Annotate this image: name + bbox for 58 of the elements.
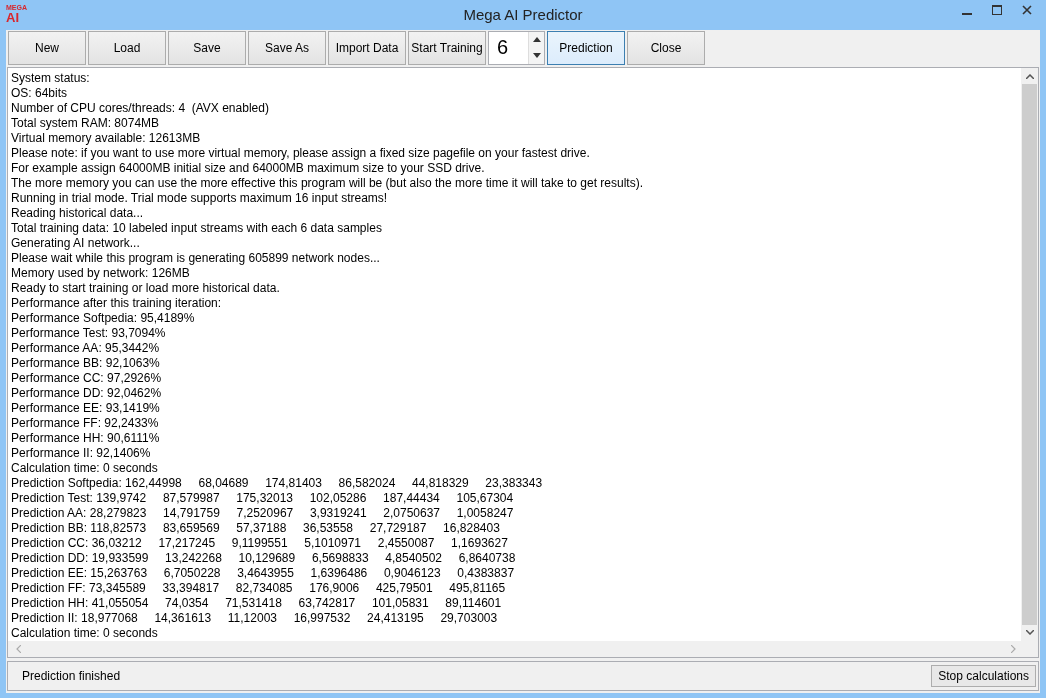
log-line: Prediction FF: 73,345589 33,394817 82,734085 176,9006 425,79501 495,81165 (11, 581, 507, 596)
log-line: System status: (11, 71, 91, 86)
log-line: Prediction HH: 41,055054 74,0354 71,531418 63,742817 101,05831 89,114601 (11, 596, 503, 611)
log-line: The more memory you can use the more effective this program will be (but also the more time it will take to get results). (11, 176, 645, 191)
log-line: Please wait while this program is generating 605899 network nodes... (11, 251, 381, 266)
log-line: Calculation time: 0 seconds (11, 626, 159, 641)
toolbar-button[interactable]: New (8, 30, 86, 65)
log-line: Performance DD: 92,0462% (11, 386, 163, 401)
log-line: Calculation time: 0 seconds (11, 461, 159, 476)
log-line: Prediction Softpedia: 162,44998 68,04689 174,81403 86,582024 44,818329 23,383343 (11, 476, 544, 491)
log-line: Prediction CC: 36,03212 17,217245 9,1199551 5,1010971 2,4550087 1,1693627 (11, 536, 509, 551)
log-line: Virtual memory available: 12613MB (11, 131, 202, 146)
log-line: Performance Softpedia: 95,4189% (11, 311, 196, 326)
log-line: Number of CPU cores/threads: 4 (AVX enabled) (11, 101, 270, 116)
log-line: Performance II: 92,1406% (11, 446, 152, 461)
log-line: Memory used by network: 126MB (11, 266, 191, 281)
log-line: Prediction AA: 28,279823 14,791759 7,2520967 3,9319241 2,0750637 1,0058247 (11, 506, 515, 521)
toolbar-button[interactable]: Load (88, 30, 166, 65)
toolbar-button[interactable]: Save (168, 30, 246, 65)
log-line: Prediction BB: 118,82573 83,659569 57,37188 36,53558 27,729187 16,828403 (11, 521, 501, 536)
log-line: Performance FF: 92,2433% (11, 416, 160, 431)
window-title: Mega AI Predictor (463, 6, 583, 23)
down-arrow-icon[interactable] (532, 53, 541, 58)
log-line: Reading historical data... (11, 206, 145, 221)
log-line: Generating AI network... (11, 236, 141, 251)
toolbar-button[interactable]: Import Data (328, 30, 406, 65)
scrollbar-thumb[interactable] (1022, 84, 1037, 625)
log-line: Performance HH: 90,6111% (11, 431, 161, 446)
log-line: For example assign 64000MB initial size and 64000MB maximum size to your SSD drive. (11, 161, 486, 176)
up-arrow-icon[interactable] (532, 37, 541, 42)
vertical-scrollbar[interactable] (1021, 68, 1038, 641)
log-line: Prediction EE: 15,263763 6,7050228 3,4643955 1,6396486 0,9046123 0,4383837 (11, 566, 516, 581)
close-icon[interactable] (1022, 5, 1032, 15)
stop-calculations-button[interactable]: Stop calculations (931, 665, 1036, 687)
toolbar-button[interactable]: Start Training (408, 30, 486, 65)
log-line: Please note: if you want to use more virtual memory, please assign a fixed size pagefile on your fastest drive. (11, 146, 591, 161)
log-line: Running in trial mode. Trial mode supports maximum 16 input streams! (11, 191, 389, 206)
log-line: Prediction II: 18,977068 14,361613 11,12003 16,997532 24,413195 29,703003 (11, 611, 499, 626)
log-line: Prediction Test: 139,9742 87,579987 175,32013 102,05286 187,44434 105,67304 (11, 491, 515, 506)
log-line: Performance Test: 93,7094% (11, 326, 167, 341)
log-line: Ready to start training or load more historical data. (11, 281, 281, 296)
toolbar-button[interactable]: Prediction (547, 30, 625, 65)
log-line: Total training data: 10 labeled input streams with each 6 data samples (11, 221, 383, 236)
log-line: Total system RAM: 8074MB (11, 116, 161, 131)
status-message: Prediction finished (22, 669, 122, 683)
log-line: Performance EE: 93,1419% (11, 401, 161, 416)
log-line: Performance CC: 97,2926% (11, 371, 163, 386)
scroll-up-icon[interactable] (1025, 74, 1034, 79)
maximize-icon[interactable] (992, 5, 1002, 15)
log-line: Performance after this training iteration: (11, 296, 223, 311)
log-line: Performance AA: 95,3442% (11, 341, 161, 356)
toolbar-button[interactable]: Close (627, 30, 705, 65)
toolbar-button[interactable]: Save As (248, 30, 326, 65)
scroll-down-icon[interactable] (1025, 630, 1034, 635)
log-line: Prediction DD: 19,933599 13,242268 10,129689 6,5698833 4,8540502 6,8640738 (11, 551, 517, 566)
number-spinner[interactable]: 6 (488, 30, 545, 65)
log-line: OS: 64bits (11, 86, 69, 101)
log-line: Performance BB: 92,1063% (11, 356, 161, 371)
